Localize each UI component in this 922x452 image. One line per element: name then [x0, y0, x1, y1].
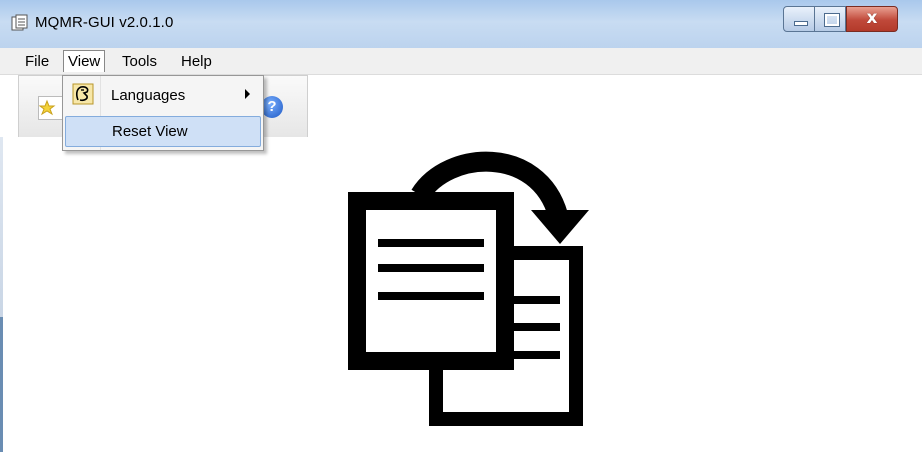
title-bar: MQMR-GUI v2.0.1.0 x [0, 0, 922, 48]
menu-item-label: Languages [111, 87, 186, 104]
minimize-icon [794, 21, 808, 26]
menu-view[interactable]: View [63, 50, 106, 72]
menu-item-languages[interactable]: Languages [65, 80, 261, 111]
submenu-arrow-icon [245, 89, 250, 99]
menu-bar: File View Tools Help [0, 48, 922, 75]
menu-item-reset-view[interactable]: Reset View [65, 116, 261, 147]
maximize-button[interactable] [815, 6, 846, 32]
languages-icon [72, 83, 94, 105]
view-menu-dropdown: Languages Reset View [62, 75, 264, 151]
close-button[interactable]: x [846, 6, 898, 32]
minimize-button[interactable] [783, 6, 815, 32]
window-title: MQMR-GUI v2.0.1.0 [35, 14, 174, 31]
help-button[interactable]: ? [261, 96, 283, 118]
close-icon: x [866, 8, 878, 28]
new-icon [38, 99, 56, 116]
menu-help[interactable]: Help [177, 52, 216, 71]
app-icon [11, 14, 28, 31]
new-button[interactable] [38, 96, 64, 120]
copy-documents-icon [348, 151, 589, 426]
left-scroll-edge [0, 137, 13, 452]
menu-file[interactable]: File [21, 52, 53, 71]
menu-tools[interactable]: Tools [118, 52, 161, 71]
help-icon: ? [267, 98, 277, 115]
menu-item-label: Reset View [112, 123, 188, 140]
maximize-icon [824, 13, 840, 27]
